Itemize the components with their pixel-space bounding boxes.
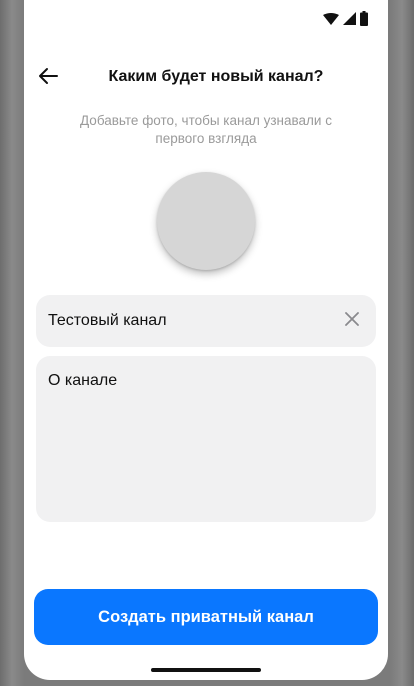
- arrow-left-icon: [38, 67, 58, 90]
- avatar-photo-picker[interactable]: [157, 172, 255, 270]
- home-indicator: [151, 668, 261, 672]
- channel-name-field: [36, 295, 376, 347]
- channel-name-input[interactable]: [48, 295, 328, 347]
- subtitle: Добавьте фото, чтобы канал узнавали с пе…: [80, 113, 332, 146]
- clear-button[interactable]: [340, 309, 364, 333]
- status-bar: [323, 11, 368, 31]
- create-private-channel-button[interactable]: Создать приватный канал: [34, 589, 378, 645]
- header: Каким будет новый канал?: [24, 60, 388, 96]
- channel-about-field: [36, 356, 376, 522]
- close-icon: [345, 311, 359, 331]
- phone-screen: Каким будет новый канал? Добавьте фото, …: [24, 0, 388, 680]
- channel-about-input[interactable]: [48, 372, 364, 508]
- wifi-icon: [323, 12, 339, 30]
- cellular-signal-icon: [343, 12, 356, 30]
- page-title: Каким будет новый канал?: [108, 68, 324, 85]
- battery-icon: [360, 11, 368, 31]
- back-button[interactable]: [34, 64, 62, 92]
